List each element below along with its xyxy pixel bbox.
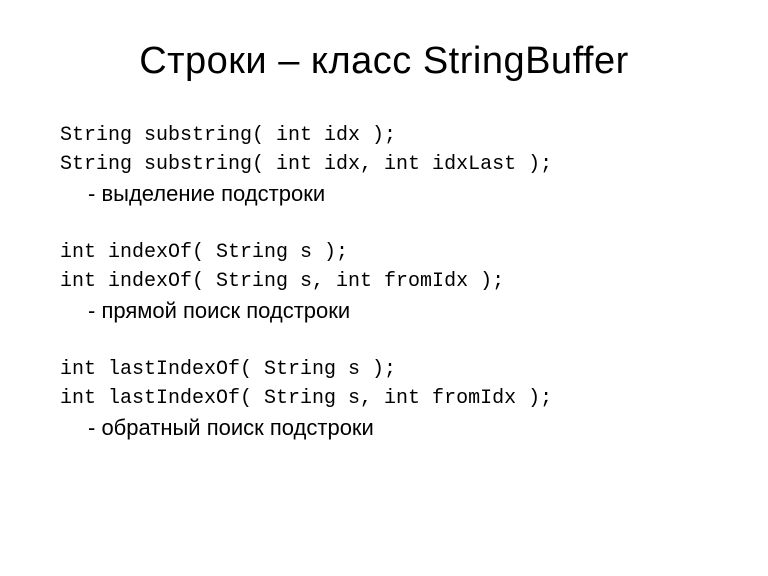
code-line: int lastIndexOf( String s ); — [60, 355, 708, 384]
method-block: int indexOf( String s ); int indexOf( St… — [60, 238, 708, 327]
slide-title: Строки – класс StringBuffer — [60, 40, 708, 83]
method-block: int lastIndexOf( String s ); int lastInd… — [60, 355, 708, 444]
method-block: String substring( int idx ); String subs… — [60, 121, 708, 210]
code-line: int indexOf( String s ); — [60, 238, 708, 267]
code-line: int lastIndexOf( String s, int fromIdx )… — [60, 384, 708, 413]
description-line: - прямой поиск подстроки — [60, 296, 708, 327]
code-line: String substring( int idx ); — [60, 121, 708, 150]
description-line: - выделение подстроки — [60, 179, 708, 210]
description-line: - обратный поиск подстроки — [60, 413, 708, 444]
code-line: int indexOf( String s, int fromIdx ); — [60, 267, 708, 296]
code-line: String substring( int idx, int idxLast )… — [60, 150, 708, 179]
